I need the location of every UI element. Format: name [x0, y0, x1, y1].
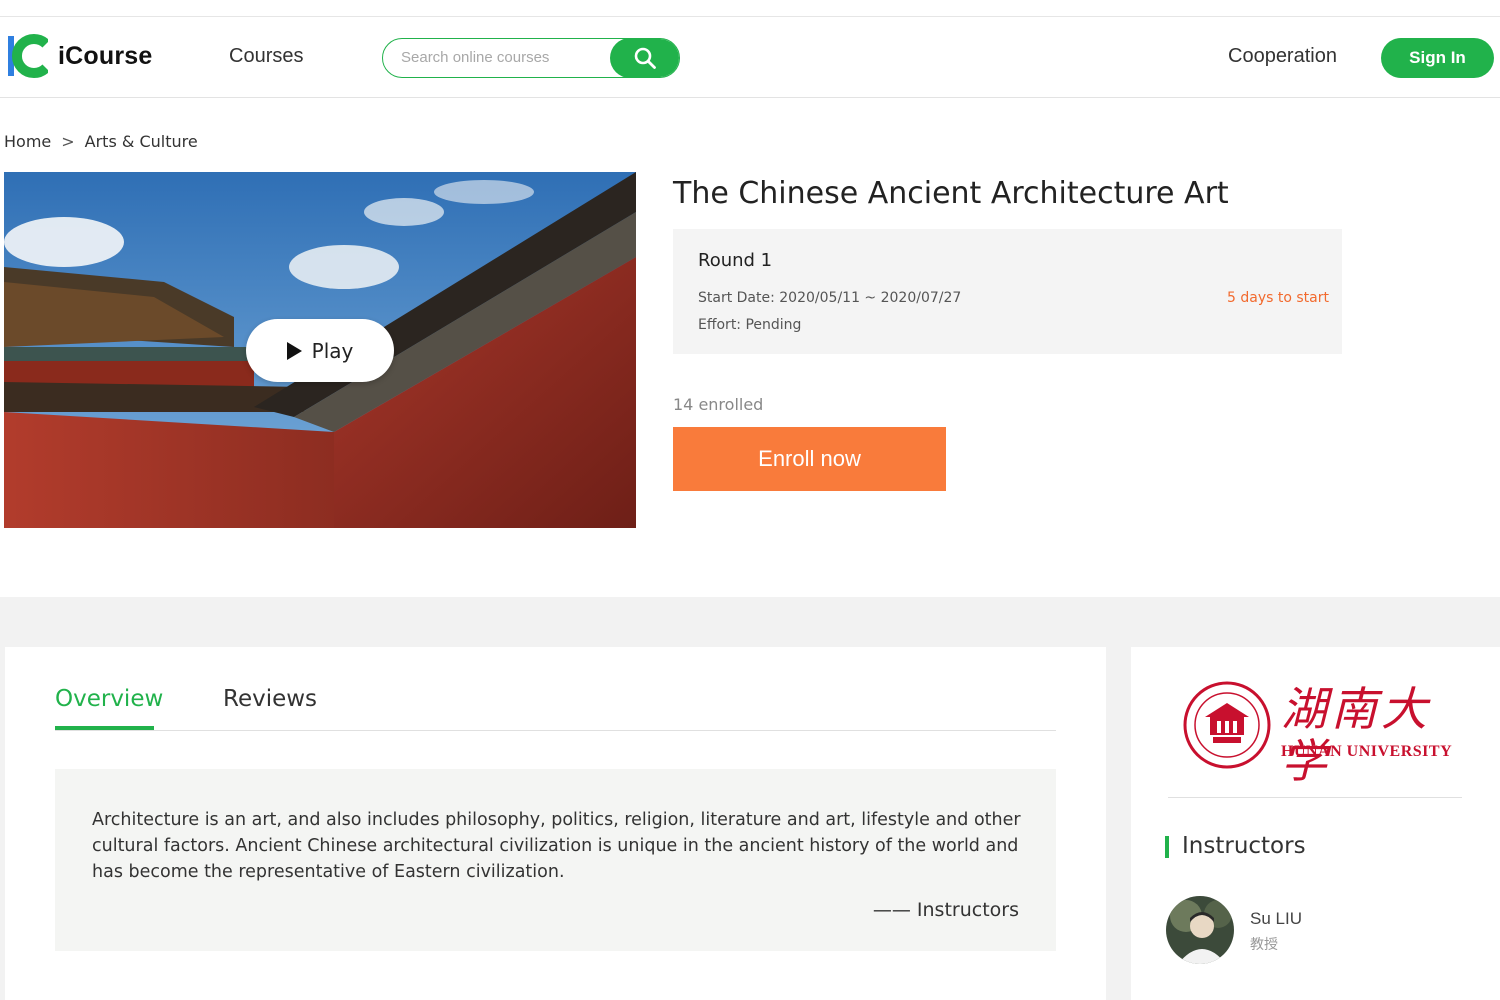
sidebar-divider	[1168, 797, 1462, 798]
search-input[interactable]	[401, 39, 611, 76]
course-title: The Chinese Ancient Architecture Art	[673, 176, 1229, 211]
instructors-heading: Instructors	[1182, 833, 1306, 859]
play-label: Play	[311, 338, 354, 363]
nav-courses-link[interactable]: Courses	[229, 45, 303, 68]
instructors-heading-accent	[1165, 836, 1169, 858]
start-date: Start Date: 2020/05/11 ~ 2020/07/27	[698, 290, 962, 306]
breadcrumb: Home > Arts & Culture	[4, 132, 198, 151]
sidebar-card: 湖南大学 HUNAN UNIVERSITY Instructors Su LIU…	[1131, 647, 1500, 1000]
course-video-preview[interactable]: Play	[4, 172, 636, 528]
enrolled-count: 14 enrolled	[673, 395, 764, 414]
university-name-cn: 湖南大学	[1281, 682, 1431, 788]
overview-text: Architecture is an art, and also include…	[92, 810, 1021, 882]
sign-in-button[interactable]: Sign In	[1381, 38, 1494, 78]
search-bar	[382, 38, 680, 78]
days-to-start-badge: 5 days to start	[1227, 290, 1329, 306]
course-round-info: Round 1 Start Date: 2020/05/11 ~ 2020/07…	[673, 229, 1342, 354]
search-icon	[634, 47, 656, 69]
enroll-now-button[interactable]: Enroll now	[673, 427, 946, 491]
overview-quote-box: Architecture is an art, and also include…	[55, 769, 1056, 951]
site-header: iCourse Courses Cooperation Sign In	[0, 17, 1500, 98]
instructor-avatar[interactable]	[1166, 896, 1234, 964]
search-button[interactable]	[610, 39, 679, 77]
play-button[interactable]: Play	[246, 319, 394, 382]
university-name-en: HUNAN UNIVERSITY	[1281, 743, 1453, 760]
university-logo[interactable]: 湖南大学 HUNAN UNIVERSITY	[1183, 681, 1453, 787]
tab-reviews[interactable]: Reviews	[223, 686, 317, 712]
breadcrumb-home[interactable]: Home	[4, 132, 51, 151]
round-label: Round 1	[698, 250, 773, 271]
instructor-role: 教授	[1250, 936, 1278, 952]
breadcrumb-category[interactable]: Arts & Culture	[85, 132, 198, 151]
effort: Effort: Pending	[698, 317, 802, 333]
brand-logo[interactable]: iCourse	[8, 34, 152, 78]
brand-name: iCourse	[58, 41, 153, 70]
nav-cooperation-link[interactable]: Cooperation	[1228, 45, 1337, 68]
icourse-logo-icon	[8, 34, 50, 78]
tab-overview[interactable]: Overview	[55, 686, 163, 712]
play-icon	[286, 341, 302, 360]
overview-signature: —— Instructors	[872, 899, 1019, 921]
instructor-name[interactable]: Su LIU	[1250, 909, 1302, 929]
breadcrumb-separator: >	[61, 132, 75, 151]
tab-divider	[55, 730, 1056, 731]
